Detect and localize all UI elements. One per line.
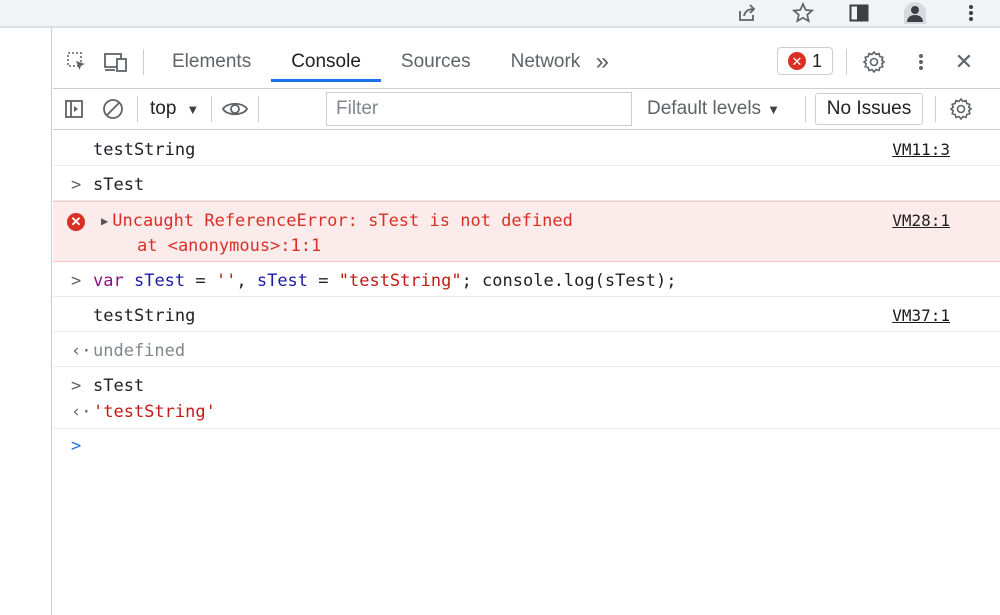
context-selector[interactable]: top ▼ — [138, 98, 211, 120]
divider — [258, 96, 260, 122]
devtools-panel: Elements Console Sources Network » ✕ 1 ✕… — [53, 28, 1000, 615]
expand-triangle-icon[interactable]: ▶ — [101, 214, 108, 228]
settings-gear-icon[interactable] — [859, 47, 889, 77]
error-stack-line: at <anonymous>:1:1 — [137, 236, 322, 256]
console-input-message: > var sTest = '', sTest = "testString"; … — [53, 262, 1000, 297]
string-token: '' — [215, 271, 237, 291]
share-icon[interactable] — [736, 2, 758, 24]
page-viewport — [0, 28, 52, 615]
divider — [805, 96, 806, 122]
prompt-chevron-icon: > — [71, 436, 82, 456]
customize-menu-icon[interactable] — [913, 47, 929, 77]
star-icon[interactable] — [792, 2, 814, 24]
log-levels-dropdown[interactable]: Default levels ▼ — [647, 89, 780, 129]
device-toolbar-icon[interactable] — [101, 42, 131, 82]
console-result-message: ‹· undefined — [53, 332, 1000, 367]
console-input-message: > sTest — [53, 367, 1000, 398]
error-icon: ✕ — [67, 213, 85, 231]
devtools-tabbar: Elements Console Sources Network » ✕ 1 ✕ — [53, 42, 1000, 82]
operator-token: = — [185, 271, 216, 291]
input-chevron-icon: > — [71, 175, 82, 195]
tab-sources[interactable]: Sources — [381, 42, 491, 82]
log-text: testString — [93, 140, 196, 160]
string-token: "testString" — [338, 271, 462, 291]
keyword-token: var — [93, 271, 124, 291]
input-chevron-icon: > — [71, 271, 82, 291]
error-count-badge[interactable]: ✕ 1 — [777, 47, 833, 75]
console-log-message: testString VM37:1 — [53, 297, 1000, 332]
source-link[interactable]: VM28:1 — [892, 209, 950, 233]
menu-icon[interactable] — [960, 2, 982, 24]
result-arrow-icon: ‹· — [71, 402, 92, 422]
source-link[interactable]: VM11:3 — [892, 138, 950, 162]
console-error-message: ✕ ▶ Uncaught ReferenceError: sTest is not… — [53, 201, 1000, 262]
tab-console[interactable]: Console — [271, 42, 381, 82]
dropdown-arrow-icon: ▼ — [186, 101, 200, 117]
console-settings-gear-icon[interactable] — [946, 94, 976, 124]
variable-token: sTest — [133, 271, 186, 291]
input-chevron-icon: > — [71, 376, 82, 396]
log-text: testString — [93, 306, 196, 326]
console-messages: testString VM11:3 > sTest ✕ ▶ Uncaught Re… — [53, 131, 1000, 463]
close-devtools-icon[interactable]: ✕ — [949, 47, 979, 77]
divider — [846, 49, 847, 75]
console-log-message: testString VM11:3 — [53, 131, 1000, 166]
punctuation-token: , — [236, 271, 257, 291]
error-icon: ✕ — [787, 52, 806, 70]
tab-network[interactable]: Network — [491, 42, 589, 82]
code-rest-token: ; console.log(sTest); — [461, 271, 677, 291]
log-levels-label: Default levels — [647, 98, 762, 119]
tab-elements[interactable]: Elements — [152, 42, 271, 82]
console-input-message: > sTest — [53, 166, 1000, 201]
console-result-message: ‹· 'testString' — [53, 398, 1000, 429]
filter-input[interactable] — [327, 93, 631, 125]
clear-console-icon[interactable] — [95, 89, 131, 129]
source-link[interactable]: VM37:1 — [892, 304, 950, 328]
console-prompt[interactable]: > — [53, 429, 1000, 463]
filter-input-wrapper — [326, 92, 632, 126]
console-toolbar: top ▼ Default levels ▼ No Issues — [53, 88, 1000, 130]
error-text: Uncaught ReferenceError: sTest is not de… — [112, 211, 573, 231]
result-text: undefined — [93, 341, 186, 361]
error-count: 1 — [811, 50, 822, 71]
divider — [143, 49, 144, 75]
input-text: sTest — [93, 175, 145, 195]
dropdown-arrow-icon: ▼ — [767, 101, 780, 117]
profile-icon[interactable] — [904, 2, 926, 24]
side-panel-icon[interactable] — [848, 2, 870, 24]
issues-button[interactable]: No Issues — [815, 93, 923, 125]
input-text: sTest — [93, 376, 145, 396]
result-arrow-icon: ‹· — [71, 341, 92, 361]
context-label: top — [150, 98, 177, 119]
operator-token: = — [308, 271, 339, 291]
browser-toolbar — [0, 0, 1000, 28]
result-text: 'testString' — [93, 402, 216, 422]
more-tabs-icon[interactable]: » — [588, 42, 616, 82]
sidebar-toggle-icon[interactable] — [53, 89, 95, 129]
variable-token: sTest — [256, 271, 309, 291]
divider — [935, 96, 936, 122]
browser-action-icons — [736, 0, 982, 26]
inspect-element-icon[interactable] — [53, 42, 101, 82]
live-expression-eye-icon[interactable] — [212, 89, 258, 129]
